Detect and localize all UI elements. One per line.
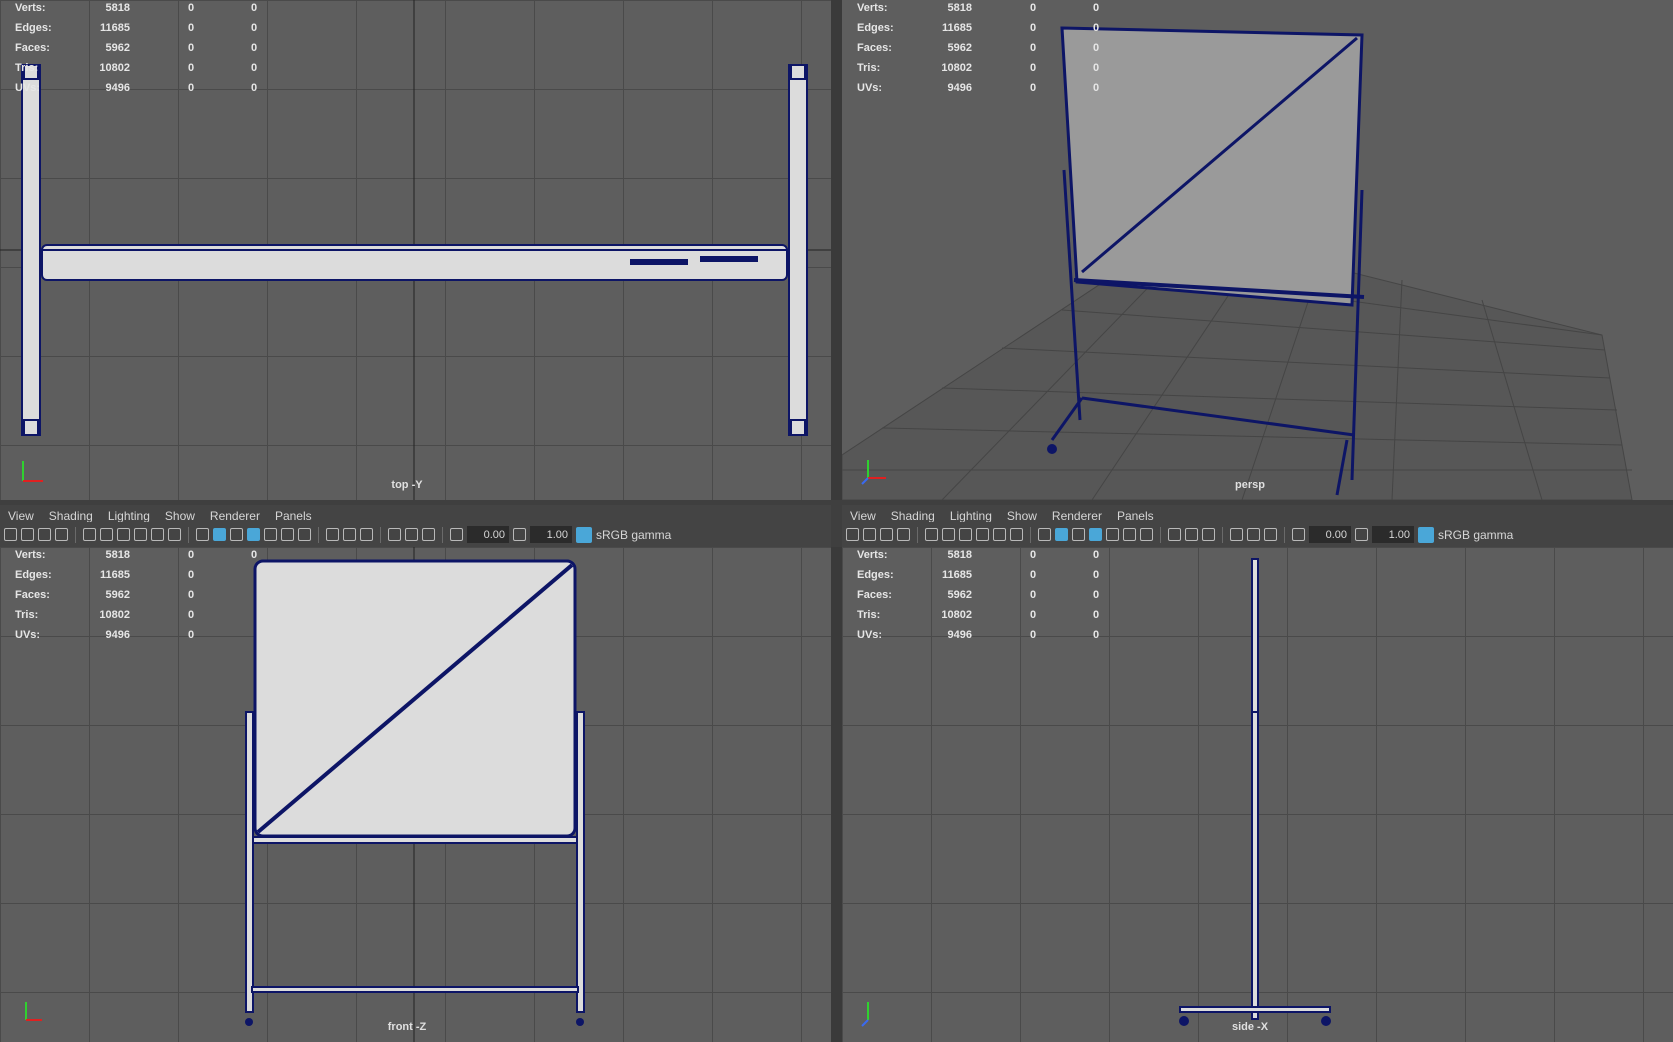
gate-mask-icon[interactable]	[134, 528, 147, 541]
camera-label-persp: persp	[1235, 479, 1265, 491]
flat-shade-icon[interactable]	[230, 528, 243, 541]
xray-icon[interactable]	[388, 528, 401, 541]
gamma-field[interactable]: 1.00	[530, 526, 572, 543]
menu-show[interactable]: Show	[165, 509, 195, 523]
viewport-front[interactable]: Verts: 5818 0 0 Edges: 11685 0 Faces: 5962 0 Tr…	[0, 547, 831, 1042]
gamma-icon[interactable]	[1355, 528, 1368, 541]
axis-gizmo-icon	[22, 461, 43, 482]
isolate-select-icon[interactable]	[405, 528, 418, 541]
field-chart-icon[interactable]	[993, 528, 1006, 541]
colorspace-label[interactable]: sRGB gamma	[1438, 528, 1513, 542]
axis-gizmo-icon	[861, 1002, 869, 1027]
anti-alias-icon[interactable]	[1202, 528, 1215, 541]
resolution-gate-icon[interactable]	[117, 528, 130, 541]
xray-joints-icon[interactable]	[1264, 528, 1277, 541]
stat-edges: Edges: 11685 0 0	[15, 22, 258, 34]
menu-renderer[interactable]: Renderer	[1052, 509, 1102, 523]
exposure-icon[interactable]	[1292, 528, 1305, 541]
stat-verts: Verts: 5818 0 0	[15, 2, 258, 14]
viewport-side[interactable]: Verts: 5818 0 0 Edges: 11685 0 0 Faces: 5962 0 0 …	[842, 547, 1673, 1042]
menu-shading[interactable]: Shading	[891, 509, 935, 523]
camera-attr-icon[interactable]	[863, 528, 876, 541]
camera-label-side: side -X	[1231, 1021, 1269, 1033]
menu-renderer[interactable]: Renderer	[210, 509, 260, 523]
lights-icon[interactable]	[281, 528, 294, 541]
menu-panels[interactable]: Panels	[275, 509, 312, 523]
color-management-icon[interactable]	[576, 526, 592, 543]
resolution-gate-icon[interactable]	[959, 528, 972, 541]
wireframe-icon[interactable]	[1038, 528, 1051, 541]
viewport-persp[interactable]: Verts: 5818 0 0 Edges: 11685 0 0 Faces: 5962 0 0 …	[842, 0, 1673, 500]
stat-faces: Faces: 5962 0 0	[15, 42, 258, 54]
wireframe-icon[interactable]	[196, 528, 209, 541]
grid-icon[interactable]	[925, 528, 938, 541]
camera-label-top: top -Y	[391, 479, 423, 491]
menu-panels[interactable]: Panels	[1117, 509, 1154, 523]
exposure-field[interactable]: 0.00	[467, 526, 509, 543]
motion-blur-icon[interactable]	[1185, 528, 1198, 541]
colorspace-label[interactable]: sRGB gamma	[596, 528, 671, 542]
stat-uvs: UVs: 9496 0 0	[15, 82, 258, 94]
field-chart-icon[interactable]	[151, 528, 164, 541]
safe-action-icon[interactable]	[1010, 528, 1023, 541]
ambient-occlusion-icon[interactable]	[326, 528, 339, 541]
panel-toolbar-left: 0.00 1.00 sRGB gamma	[0, 522, 831, 547]
exposure-icon[interactable]	[450, 528, 463, 541]
menu-lighting[interactable]: Lighting	[950, 509, 992, 523]
menu-shading[interactable]: Shading	[49, 509, 93, 523]
camera-label-front: front -Z	[387, 1021, 427, 1033]
camera-icon[interactable]	[4, 528, 17, 541]
wireframe-on-shaded-icon[interactable]	[247, 528, 260, 541]
stat-tris: Tris: 10802 0 0	[15, 62, 258, 74]
anti-alias-icon[interactable]	[360, 528, 373, 541]
xray-joints-icon[interactable]	[422, 528, 435, 541]
shadows-icon[interactable]	[298, 528, 311, 541]
smooth-shade-icon[interactable]	[213, 528, 226, 541]
color-management-icon[interactable]	[1418, 526, 1434, 543]
gate-mask-icon[interactable]	[976, 528, 989, 541]
viewport-top[interactable]: Verts: 5818 0 0 Edges: 11685 0 0 Faces: 5962 0 0 …	[0, 0, 831, 500]
axis-gizmo-icon	[25, 1002, 42, 1021]
gamma-field[interactable]: 1.00	[1372, 526, 1414, 543]
smooth-shade-icon[interactable]	[1055, 528, 1068, 541]
gamma-icon[interactable]	[513, 528, 526, 541]
menu-view[interactable]: View	[8, 509, 34, 523]
stats-hud: Verts: 5818 0 0 Edges: 11685 0 0 Faces: 5962 0 0 …	[0, 0, 260, 100]
textured-icon[interactable]	[1106, 528, 1119, 541]
ambient-occlusion-icon[interactable]	[1168, 528, 1181, 541]
menu-view[interactable]: View	[850, 509, 876, 523]
axis-gizmo-icon	[861, 460, 886, 485]
bookmark-icon[interactable]	[38, 528, 51, 541]
flat-shade-icon[interactable]	[1072, 528, 1085, 541]
isolate-select-icon[interactable]	[1247, 528, 1260, 541]
exposure-field[interactable]: 0.00	[1309, 526, 1351, 543]
stats-hud: Verts: 5818 0 0 Edges: 11685 0 0 Faces: 5962 0 0 …	[857, 2, 1100, 94]
stats-hud: Verts: 5818 0 0 Edges: 11685 0 Faces: 5962 0 Tr…	[15, 549, 258, 641]
textured-icon[interactable]	[264, 528, 277, 541]
menu-lighting[interactable]: Lighting	[108, 509, 150, 523]
menu-show[interactable]: Show	[1007, 509, 1037, 523]
film-gate-icon[interactable]	[942, 528, 955, 541]
camera-attr-icon[interactable]	[21, 528, 34, 541]
panel-toolbar-right: 0.00 1.00 sRGB gamma	[842, 522, 1673, 547]
bookmark-icon[interactable]	[880, 528, 893, 541]
stats-hud: Verts: 5818 0 0 Edges: 11685 0 0 Faces: 5962 0 0 …	[857, 549, 1100, 641]
shadows-icon[interactable]	[1140, 528, 1153, 541]
film-gate-icon[interactable]	[100, 528, 113, 541]
camera-icon[interactable]	[846, 528, 859, 541]
motion-blur-icon[interactable]	[343, 528, 356, 541]
grease-pencil-icon[interactable]	[897, 528, 910, 541]
grid-icon[interactable]	[83, 528, 96, 541]
lights-icon[interactable]	[1123, 528, 1136, 541]
safe-action-icon[interactable]	[168, 528, 181, 541]
xray-icon[interactable]	[1230, 528, 1243, 541]
wireframe-on-shaded-icon[interactable]	[1089, 528, 1102, 541]
grease-pencil-icon[interactable]	[55, 528, 68, 541]
